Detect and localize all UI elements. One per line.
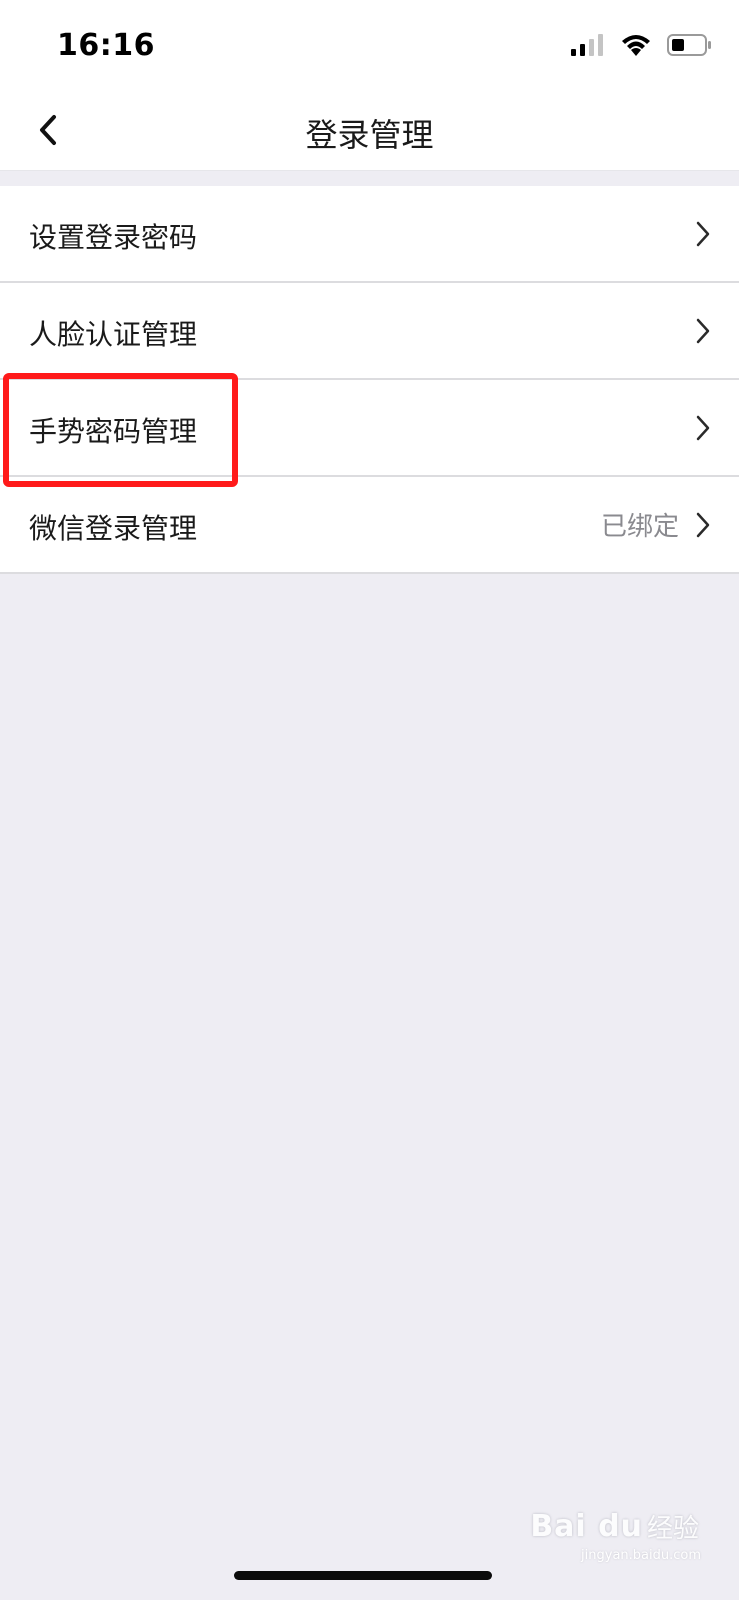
status-time: 16:16 — [57, 28, 155, 63]
menu-item-label: 微信登录管理 — [29, 512, 198, 545]
chevron-right-icon — [695, 318, 711, 344]
menu-item-label: 人脸认证管理 — [29, 318, 198, 351]
status-icons — [571, 32, 711, 62]
menu-item-set-login-password[interactable]: 设置登录密码 — [0, 186, 739, 283]
menu-item-trailing — [695, 380, 711, 475]
wifi-icon — [621, 34, 651, 60]
chevron-right-icon — [695, 415, 711, 441]
menu-item-trailing — [695, 186, 711, 281]
menu-item-label: 设置登录密码 — [29, 221, 198, 254]
page-title: 登录管理 — [305, 116, 434, 154]
menu-item-wechat-login[interactable]: 微信登录管理 已绑定 — [0, 477, 739, 574]
chevron-right-icon — [695, 512, 711, 538]
home-indicator[interactable] — [234, 1571, 492, 1580]
watermark-text: 经验 — [646, 1514, 699, 1544]
menu-item-label: 手势密码管理 — [29, 415, 198, 448]
menu-item-face-auth[interactable]: 人脸认证管理 — [0, 283, 739, 380]
nav-bar: 登录管理 — [0, 92, 739, 170]
watermark-url: jingyan.baidu.com — [581, 1548, 701, 1563]
watermark-logo: Bai du — [530, 1509, 643, 1544]
menu-item-trailing — [695, 283, 711, 378]
watermark: Bai du 经验 — [530, 1508, 699, 1545]
menu-item-gesture-password[interactable]: 手势密码管理 — [0, 380, 739, 477]
signal-icon — [571, 34, 605, 60]
menu-item-trailing: 已绑定 — [601, 477, 711, 572]
chevron-right-icon — [695, 221, 711, 247]
menu-item-value: 已绑定 — [600, 512, 679, 542]
settings-menu: 设置登录密码 人脸认证管理 手势密码管理 微信登录管理 已绑定 — [0, 186, 739, 574]
nav-divider — [0, 170, 739, 171]
status-bar: 16:16 — [0, 0, 739, 92]
battery-icon — [667, 34, 711, 60]
